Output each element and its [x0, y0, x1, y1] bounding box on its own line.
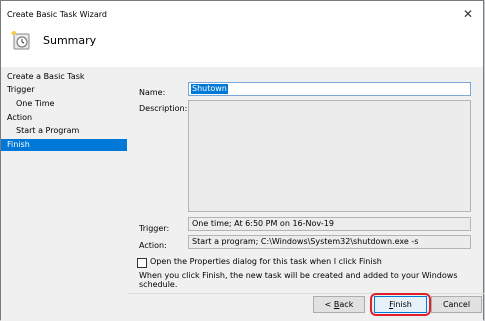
step-start-a-program[interactable]: Start a Program: [1, 125, 127, 137]
step-label: Create a Basic Task: [7, 72, 85, 81]
finish-rest: inish: [393, 300, 412, 309]
action-label: Action:: [139, 241, 167, 250]
trigger-value: One time; At 6:50 PM on 16-Nov-19: [192, 219, 334, 228]
title-bar: Create Basic Task Wizard ✕: [1, 1, 483, 27]
step-label: Action: [7, 113, 33, 122]
back-rest: ack: [339, 300, 354, 309]
step-finish[interactable]: Finish: [1, 139, 127, 151]
step-action[interactable]: Action: [1, 112, 127, 124]
trigger-field: One time; At 6:50 PM on 16-Nov-19: [188, 217, 471, 231]
summary-panel: Name: Shutown Description: Trigger: One …: [127, 67, 485, 321]
close-icon[interactable]: ✕: [461, 7, 475, 21]
back-button[interactable]: < Back: [313, 296, 365, 313]
step-create-basic-task[interactable]: Create a Basic Task: [1, 71, 127, 83]
cancel-label: Cancel: [442, 300, 471, 309]
cancel-button[interactable]: Cancel: [431, 296, 482, 313]
step-label: Start a Program: [16, 126, 80, 135]
open-properties-checkbox[interactable]: [137, 258, 147, 268]
step-label: Trigger: [7, 85, 35, 94]
button-divider: [127, 293, 485, 294]
step-label: One Time: [16, 99, 55, 108]
wizard-window: Create Basic Task Wizard ✕ Summary Creat…: [0, 0, 485, 321]
finish-note: When you click Finish, the new task will…: [139, 271, 458, 289]
action-value: Start a program; C:\Windows\System32\shu…: [192, 237, 419, 246]
clock-icon: [11, 31, 30, 50]
step-one-time[interactable]: One Time: [1, 98, 127, 110]
step-trigger[interactable]: Trigger: [1, 84, 127, 96]
finish-button[interactable]: Finish: [374, 296, 427, 313]
name-label: Name:: [139, 88, 166, 97]
description-label: Description:: [139, 104, 188, 113]
open-properties-label[interactable]: Open the Properties dialog for this task…: [150, 257, 382, 266]
wizard-header: Summary: [1, 27, 483, 68]
name-value: Shutown: [191, 84, 228, 94]
name-field[interactable]: Shutown: [188, 82, 471, 96]
window-title: Create Basic Task Wizard: [7, 10, 107, 19]
page-title: Summary: [43, 34, 97, 47]
description-field[interactable]: [188, 100, 471, 212]
back-prefix: <: [324, 300, 334, 309]
wizard-steps: Create a Basic Task Trigger One Time Act…: [1, 67, 127, 321]
trigger-label: Trigger:: [139, 224, 170, 233]
step-label: Finish: [7, 140, 30, 149]
action-field: Start a program; C:\Windows\System32\shu…: [188, 235, 471, 249]
